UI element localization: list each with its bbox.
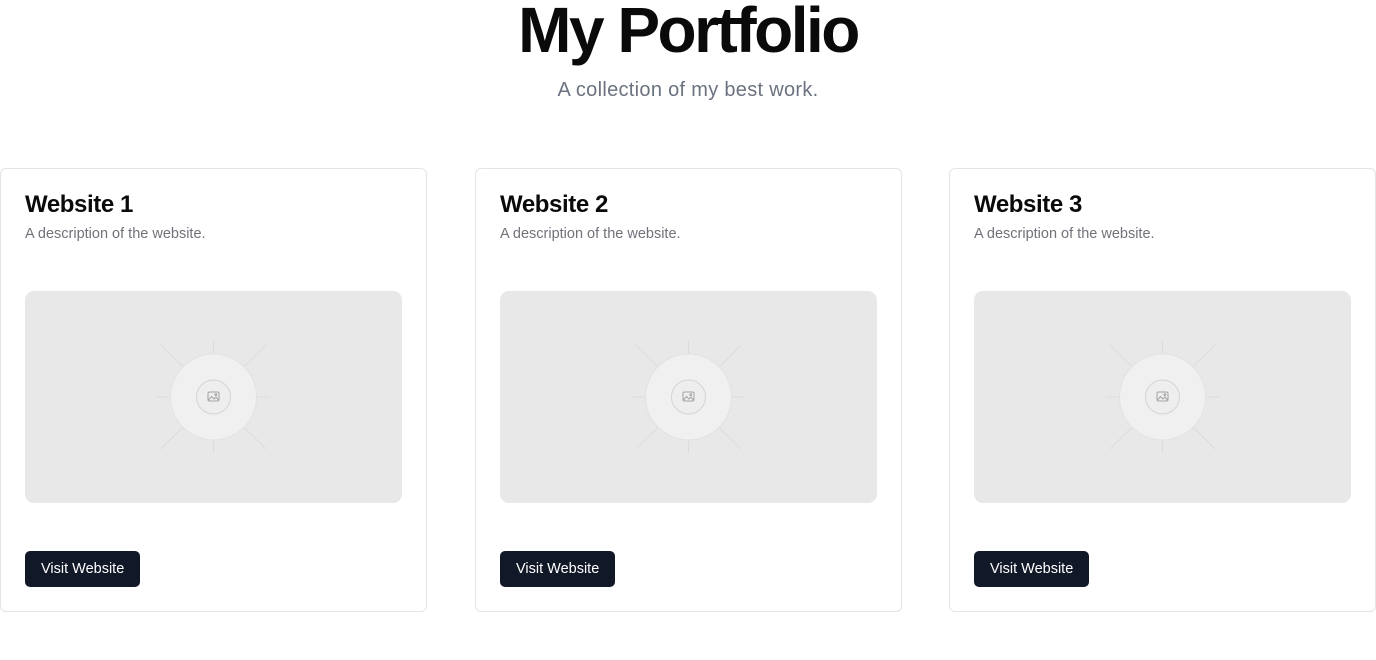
visit-website-button[interactable]: Visit Website: [500, 551, 616, 587]
image-placeholder-icon: [157, 341, 270, 453]
website-image-placeholder: [500, 291, 877, 503]
visit-website-button[interactable]: Visit Website: [25, 551, 141, 587]
portfolio-page: My Portfolio A collection of my best wor…: [0, 0, 1376, 660]
image-placeholder-icon: [632, 341, 745, 453]
visit-website-button[interactable]: Visit Website: [974, 551, 1090, 587]
website-image-placeholder: [25, 291, 402, 503]
portfolio-card: Website 2 A description of the website.: [475, 168, 902, 612]
card-title: Website 3: [974, 191, 1082, 218]
card-description: A description of the website.: [500, 226, 681, 242]
portfolio-card: Website 3 A description of the website.: [949, 168, 1376, 612]
page-subtitle: A collection of my best work.: [557, 79, 819, 101]
card-description: A description of the website.: [974, 226, 1155, 242]
page-title: My Portfolio: [518, 0, 860, 66]
card-description: A description of the website.: [25, 226, 206, 242]
portfolio-grid: Website 1 A description of the website.: [0, 168, 1376, 612]
website-image-placeholder: [974, 291, 1351, 503]
portfolio-card: Website 1 A description of the website.: [0, 168, 427, 612]
card-title: Website 2: [500, 191, 608, 218]
card-title: Website 1: [25, 191, 133, 218]
image-placeholder-icon: [1106, 341, 1219, 453]
